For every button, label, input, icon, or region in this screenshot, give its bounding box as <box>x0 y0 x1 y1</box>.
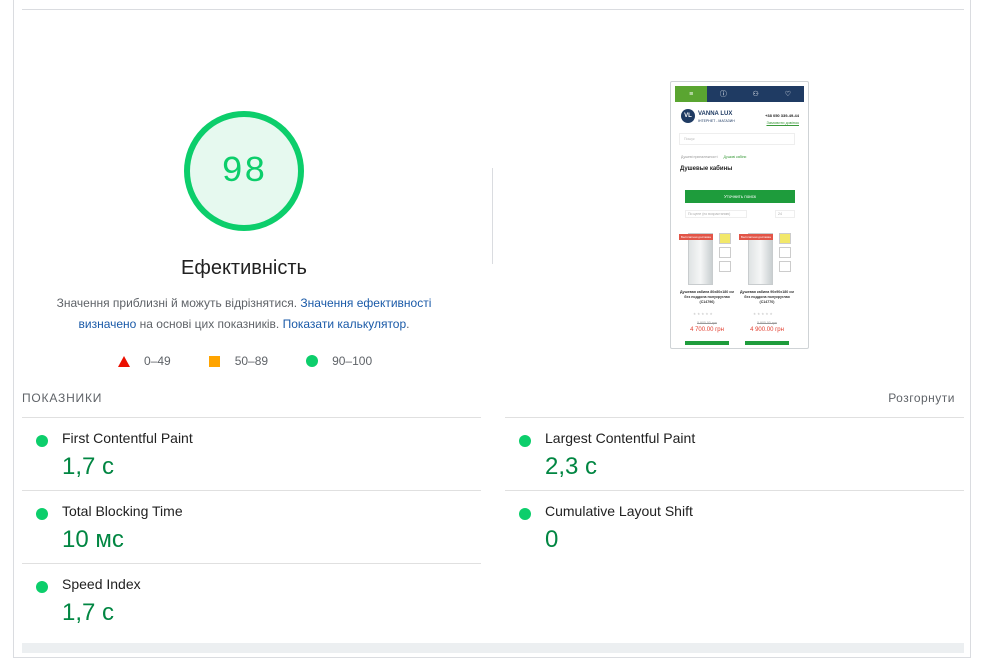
metric-name: Cumulative Layout Shift <box>545 503 693 519</box>
product-buy-button <box>745 341 789 345</box>
site-phone: +38 050 339-49-44 Замовити дзвінок <box>761 112 799 126</box>
product-buy-button <box>685 341 729 345</box>
callback-link: Замовити дзвінок <box>766 120 799 125</box>
site-logo: VL <box>681 109 695 123</box>
product-badge: Бесплатная доставка <box>739 234 773 240</box>
desc-text-2: на основі цих показників. <box>136 317 283 331</box>
site-search: Пошук <box>679 133 795 145</box>
desc-end: . <box>406 317 410 331</box>
product-stars: ★★★★★ <box>753 312 774 316</box>
metric-value: 0 <box>545 526 559 553</box>
swatch-paw <box>779 261 791 272</box>
shower-cabin-image <box>688 233 713 285</box>
expand-toggle[interactable]: Розгорнути <box>888 391 955 405</box>
product-name: Душевая кабина 90х90х180 см без поддона … <box>740 290 794 304</box>
metric-name: Total Blocking Time <box>62 503 183 519</box>
crumb-1: Душеві приналежності <box>681 155 718 159</box>
brand-name: VANNA LUX <box>698 111 733 117</box>
score-legend: 0–49 50–89 90–100 <box>118 352 410 370</box>
legend-fail: 0–49 <box>118 354 171 368</box>
metrics-header: ПОКАЗНИКИ <box>22 391 103 405</box>
site-brand: VANNA LUX ІНТЕРНЕТ - МАГАЗИН <box>698 111 735 125</box>
info-icon: ⓘ <box>719 91 727 98</box>
site-heading: Душевые кабины <box>680 166 733 172</box>
metric-value: 1,7 с <box>62 599 115 626</box>
pass-dot-icon <box>519 508 531 520</box>
pass-dot-icon <box>36 581 48 593</box>
legend-pass: 90–100 <box>306 354 372 368</box>
swatch-leaf <box>719 247 731 258</box>
metric-name: Largest Contentful Paint <box>545 430 696 446</box>
product-badge: Бесплатная доставка <box>679 234 713 240</box>
metric-name: Speed Index <box>62 576 141 592</box>
metrics-divider <box>505 490 964 491</box>
site-product-card: Бесплатная доставка Душевая кабина 80х80… <box>679 230 735 348</box>
performance-title: Ефективність <box>181 257 307 279</box>
screenshot-nav-bar: ≡ ⓘ ⚇ ♡ <box>675 86 804 102</box>
site-sort-select: По цене (по возрастанию) <box>685 210 747 218</box>
site-product-card: Бесплатная доставка Душевая кабина 90х90… <box>739 230 795 348</box>
site-breadcrumb: Душеві приналежності Душові кабіни <box>681 155 746 159</box>
performance-description: Значення приблизні й можуть відрізнятися… <box>40 293 448 335</box>
performance-score: 98 <box>221 150 267 192</box>
site-filter-button: Уточнить поиск <box>685 190 795 203</box>
swatch-yellow <box>719 233 731 244</box>
green-circle-icon <box>306 355 319 367</box>
swatch-paw <box>719 261 731 272</box>
legend-fail-label: 0–49 <box>144 354 171 368</box>
brand-sub: ІНТЕРНЕТ - МАГАЗИН <box>698 119 735 123</box>
product-old-price: 5 900.00 грн <box>697 321 717 325</box>
product-price: 4 900.00 грн <box>750 327 784 333</box>
red-triangle-icon <box>118 355 130 367</box>
metric-value: 1,7 с <box>62 453 115 480</box>
pass-dot-icon <box>36 508 48 520</box>
heart-icon: ♡ <box>784 91 792 98</box>
metrics-divider <box>22 563 481 564</box>
pass-dot-icon <box>36 435 48 447</box>
legend-average: 50–89 <box>208 354 269 368</box>
crumb-2: Душові кабіни <box>723 155 747 159</box>
product-price: 4 700.00 грн <box>690 327 724 333</box>
site-per-page: 24 <box>775 210 795 218</box>
bottom-bar <box>22 643 964 653</box>
product-old-price: 5 900.00 грн <box>757 321 777 325</box>
vertical-divider <box>492 168 493 264</box>
product-stars: ★★★★★ <box>693 312 714 316</box>
swatch-leaf <box>779 247 791 258</box>
metric-value: 10 мс <box>62 526 124 553</box>
metrics-divider <box>22 490 481 491</box>
metrics-divider <box>22 417 481 418</box>
phone-number: +38 050 339-49-44 <box>765 113 799 118</box>
metric-name: First Contentful Paint <box>62 430 193 446</box>
user-icon: ⚇ <box>752 91 759 98</box>
legend-pass-label: 90–100 <box>332 354 373 368</box>
orange-square-icon <box>208 355 220 367</box>
shower-cabin-image <box>748 233 773 285</box>
swatch-yellow <box>779 233 791 244</box>
pass-dot-icon <box>519 435 531 447</box>
legend-average-label: 50–89 <box>234 354 269 368</box>
metric-value: 2,3 с <box>545 453 598 480</box>
metrics-divider <box>505 417 964 418</box>
top-divider <box>22 9 964 10</box>
desc-text-1: Значення приблизні й можуть відрізнятися… <box>56 296 301 310</box>
final-screenshot[interactable]: ≡ ⓘ ⚇ ♡ VL VANNA LUX ІНТЕРНЕТ - МАГАЗИН +… <box>670 81 809 349</box>
menu-icon: ≡ <box>675 86 708 102</box>
product-name: Душевая кабина 80х80х180 см без поддона … <box>680 290 734 304</box>
calculator-link[interactable]: Показати калькулятор <box>283 317 407 331</box>
